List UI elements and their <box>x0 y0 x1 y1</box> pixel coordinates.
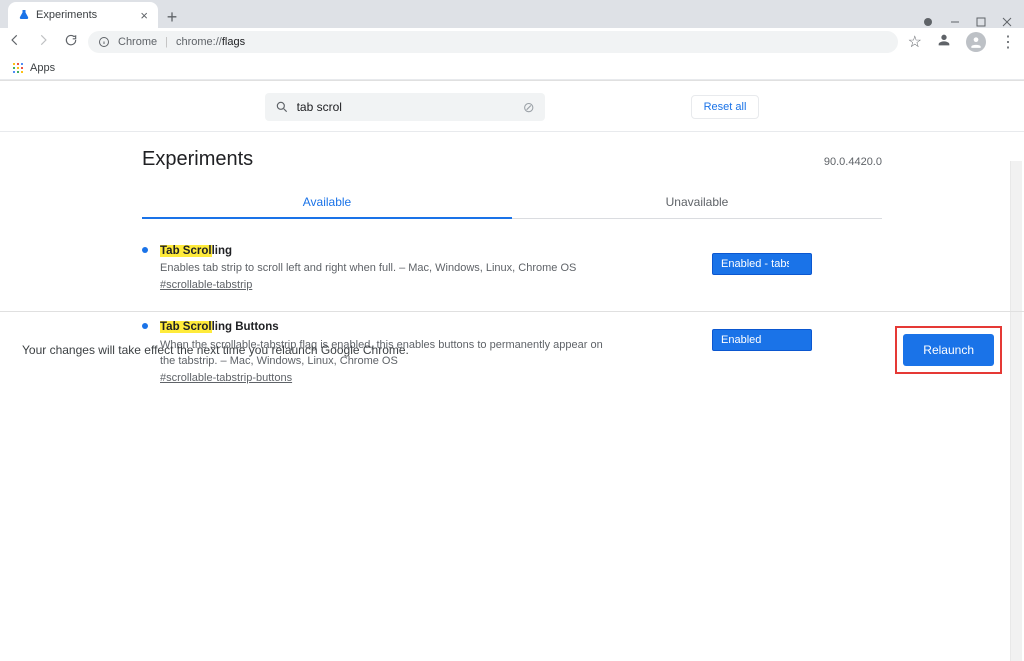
bookmark-star-icon[interactable]: ☆ <box>908 32 922 52</box>
kebab-menu-icon[interactable]: ⋮ <box>1000 32 1016 52</box>
close-tab-icon[interactable]: × <box>140 8 148 23</box>
account-avatar-icon[interactable] <box>966 32 986 52</box>
clear-search-icon[interactable]: ⊘ <box>523 99 535 116</box>
browser-titlebar: Experiments × + <box>0 0 1024 28</box>
tab-title: Experiments <box>36 9 97 21</box>
back-icon[interactable] <box>8 33 22 52</box>
flag-item: Tab Scrolling Enables tab strip to scrol… <box>142 243 612 293</box>
address-bar[interactable]: Chrome | chrome://flags <box>88 31 898 53</box>
search-flags-input[interactable] <box>297 100 515 114</box>
flag-state-select[interactable]: Enabled - tabs do not <box>712 253 812 275</box>
footer-bar: Your changes will take effect the next t… <box>0 311 1024 374</box>
omnibox-path: chrome://flags <box>176 36 245 48</box>
flag-anchor-link[interactable]: #scrollable-tabstrip <box>160 279 252 291</box>
flag-title: Tab Scrolling <box>160 245 232 257</box>
reset-all-button[interactable]: Reset all <box>691 95 760 119</box>
reload-icon[interactable] <box>64 33 78 52</box>
apps-label[interactable]: Apps <box>30 62 55 74</box>
scrollbar[interactable] <box>1010 161 1022 661</box>
relaunch-highlight: Relaunch <box>895 326 1002 374</box>
bookmarks-bar: Apps <box>0 56 1024 80</box>
footer-message: Your changes will take effect the next t… <box>22 343 409 357</box>
close-window-icon[interactable] <box>1002 17 1012 27</box>
version-text: 90.0.4420.0 <box>824 156 882 168</box>
forward-icon[interactable] <box>36 33 50 52</box>
tabs-row: Available Unavailable <box>142 187 882 219</box>
modified-dot-icon <box>142 247 148 253</box>
search-flags-input-wrapper: ⊘ <box>265 93 545 121</box>
browser-tab[interactable]: Experiments × <box>8 2 158 28</box>
search-icon <box>275 100 289 114</box>
chromecast-icon[interactable] <box>922 16 934 28</box>
apps-grid-icon[interactable] <box>12 62 24 74</box>
tab-available[interactable]: Available <box>142 187 512 219</box>
relaunch-button[interactable]: Relaunch <box>903 334 994 366</box>
page-content: ⊘ Reset all Experiments 90.0.4420.0 Avai… <box>0 80 1024 386</box>
window-controls <box>922 12 1024 28</box>
maximize-icon[interactable] <box>976 17 986 27</box>
tab-unavailable[interactable]: Unavailable <box>512 187 882 219</box>
flask-icon <box>18 9 30 21</box>
site-info-icon[interactable] <box>98 36 110 48</box>
new-tab-button[interactable]: + <box>158 7 186 28</box>
browser-toolbar: Chrome | chrome://flags ☆ ⋮ <box>0 28 1024 56</box>
minimize-icon[interactable] <box>950 17 960 27</box>
omnibox-origin: Chrome <box>118 36 157 48</box>
flag-description: Enables tab strip to scroll left and rig… <box>160 262 576 274</box>
page-title: Experiments <box>142 148 253 171</box>
profile-icon[interactable] <box>936 32 952 53</box>
